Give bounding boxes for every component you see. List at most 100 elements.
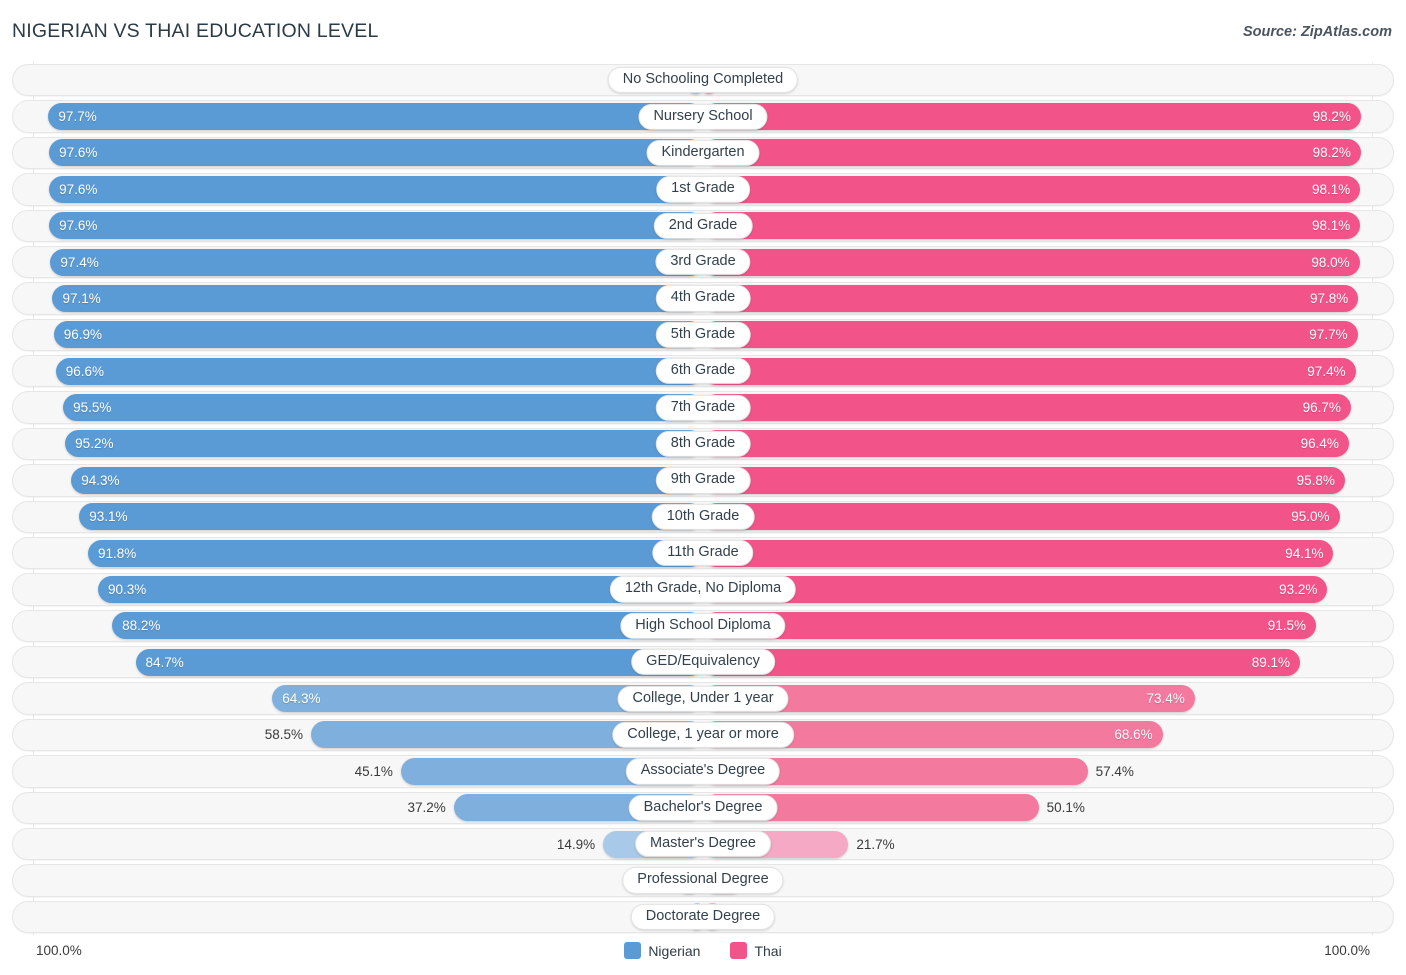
category-label: 2nd Grade bbox=[654, 213, 753, 239]
nigerian-bar[interactable]: 88.2% bbox=[112, 612, 703, 639]
nigerian-bar[interactable]: 91.8% bbox=[88, 540, 703, 567]
category-label: No Schooling Completed bbox=[608, 67, 798, 93]
category-label: College, 1 year or more bbox=[612, 722, 794, 748]
category-label: 7th Grade bbox=[656, 394, 751, 420]
category-label: Nursery School bbox=[638, 103, 767, 129]
source-attribution: Source: ZipAtlas.com bbox=[1243, 24, 1392, 40]
nigerian-half: 88.2% bbox=[33, 608, 703, 644]
thai-bar[interactable]: 93.2% bbox=[703, 576, 1327, 603]
chart-legend: Nigerian Thai bbox=[0, 942, 1406, 959]
nigerian-half: 94.3% bbox=[33, 462, 703, 498]
nigerian-half: 58.5% bbox=[33, 717, 703, 753]
table-row: 90.3%93.2%12th Grade, No Diploma bbox=[12, 571, 1394, 607]
thai-half: 6.1% bbox=[703, 862, 1373, 898]
nigerian-value-label: 94.3% bbox=[81, 473, 119, 488]
legend-item[interactable]: Thai bbox=[730, 942, 781, 959]
nigerian-bar[interactable]: 97.6% bbox=[49, 212, 703, 239]
thai-bar[interactable]: 98.2% bbox=[703, 139, 1361, 166]
thai-value-label: 21.7% bbox=[856, 837, 894, 852]
thai-half: 91.5% bbox=[703, 608, 1373, 644]
nigerian-value-label: 58.5% bbox=[265, 727, 303, 742]
thai-bar[interactable]: 97.4% bbox=[703, 358, 1356, 385]
legend-item[interactable]: Nigerian bbox=[624, 942, 700, 959]
table-row: 58.5% 68.6% College, 1 year or more bbox=[12, 717, 1394, 753]
thai-half: 96.4% bbox=[703, 426, 1373, 462]
nigerian-bar[interactable]: 96.6% bbox=[56, 358, 703, 385]
nigerian-value-label: 97.6% bbox=[59, 182, 97, 197]
nigerian-bar[interactable]: 93.1% bbox=[79, 503, 703, 530]
table-row: 37.2%50.1%Bachelor's Degree bbox=[12, 790, 1394, 826]
category-label: Master's Degree bbox=[635, 831, 771, 857]
thai-value-label: 98.0% bbox=[1311, 255, 1349, 270]
table-row: 96.9% 97.7% 5th Grade bbox=[12, 317, 1394, 353]
nigerian-value-label: 93.1% bbox=[89, 509, 127, 524]
nigerian-half: 90.3% bbox=[33, 571, 703, 607]
category-label: Professional Degree bbox=[622, 867, 783, 893]
chart-footer: 100.0% 100.0% NigerianThai bbox=[0, 935, 1406, 975]
thai-half: 94.1% bbox=[703, 535, 1373, 571]
thai-bar[interactable]: 96.4% bbox=[703, 430, 1349, 457]
thai-value-label: 97.7% bbox=[1309, 327, 1347, 342]
nigerian-value-label: 97.7% bbox=[58, 109, 96, 124]
thai-bar[interactable]: 98.0% bbox=[703, 249, 1360, 276]
thai-bar[interactable]: 95.8% bbox=[703, 467, 1345, 494]
page-title: NIGERIAN VS THAI EDUCATION LEVEL bbox=[12, 20, 379, 43]
nigerian-bar[interactable]: 97.7% bbox=[48, 103, 703, 130]
thai-bar[interactable]: 95.0% bbox=[703, 503, 1340, 530]
category-label: Bachelor's Degree bbox=[629, 795, 778, 821]
nigerian-value-label: 96.9% bbox=[64, 327, 102, 342]
thai-value-label: 57.4% bbox=[1096, 764, 1134, 779]
nigerian-bar[interactable]: 84.7% bbox=[136, 649, 703, 676]
thai-bar[interactable]: 97.7% bbox=[703, 321, 1358, 348]
thai-half: 21.7% bbox=[703, 826, 1373, 862]
nigerian-half: 97.6% bbox=[33, 171, 703, 207]
thai-bar[interactable]: 98.2% bbox=[703, 103, 1361, 130]
table-row: 14.9%21.7%Master's Degree bbox=[12, 826, 1394, 862]
nigerian-value-label: 45.1% bbox=[355, 764, 393, 779]
thai-bar[interactable]: 89.1% bbox=[703, 649, 1300, 676]
thai-bar[interactable]: 94.1% bbox=[703, 540, 1333, 567]
nigerian-bar[interactable]: 97.1% bbox=[52, 285, 703, 312]
nigerian-bar[interactable]: 95.5% bbox=[63, 394, 703, 421]
category-label: 11th Grade bbox=[652, 540, 753, 566]
thai-bar[interactable]: 96.7% bbox=[703, 394, 1351, 421]
legend-label: Nigerian bbox=[648, 943, 700, 959]
thai-bar[interactable]: 98.1% bbox=[703, 212, 1360, 239]
nigerian-half: 97.6% bbox=[33, 135, 703, 171]
thai-value-label: 98.1% bbox=[1312, 182, 1350, 197]
category-label: College, Under 1 year bbox=[617, 685, 788, 711]
thai-bar[interactable]: 98.1% bbox=[703, 176, 1360, 203]
category-label: 12th Grade, No Diploma bbox=[610, 576, 796, 602]
nigerian-half: 1.8% bbox=[33, 899, 703, 935]
nigerian-bar[interactable]: 97.6% bbox=[49, 139, 703, 166]
nigerian-value-label: 84.7% bbox=[146, 655, 184, 670]
thai-value-label: 91.5% bbox=[1268, 618, 1306, 633]
table-row: 97.1%97.8%4th Grade bbox=[12, 280, 1394, 316]
nigerian-half: 64.3% bbox=[33, 680, 703, 716]
thai-value-label: 97.8% bbox=[1310, 291, 1348, 306]
thai-half: 68.6% bbox=[703, 717, 1373, 753]
nigerian-bar[interactable]: 96.9% bbox=[54, 321, 703, 348]
table-row: 97.6% 98.1%2nd Grade bbox=[12, 208, 1394, 244]
nigerian-bar[interactable]: 97.4% bbox=[50, 249, 703, 276]
nigerian-value-label: 64.3% bbox=[282, 691, 320, 706]
legend-swatch-icon bbox=[624, 942, 641, 959]
table-row: 45.1%57.4%Associate's Degree bbox=[12, 753, 1394, 789]
nigerian-bar[interactable]: 94.3% bbox=[71, 467, 703, 494]
nigerian-half: 97.1% bbox=[33, 280, 703, 316]
nigerian-bar[interactable]: 97.6% bbox=[49, 176, 703, 203]
category-label: 5th Grade bbox=[656, 322, 751, 348]
thai-value-label: 95.8% bbox=[1297, 473, 1335, 488]
thai-bar[interactable]: 97.8% bbox=[703, 285, 1358, 312]
bar-rows: 2.3%1.8%No Schooling Completed97.7%98.2%… bbox=[12, 62, 1394, 935]
thai-bar[interactable]: 91.5% bbox=[703, 612, 1316, 639]
nigerian-bar[interactable]: 95.2% bbox=[65, 430, 703, 457]
thai-value-label: 73.4% bbox=[1146, 691, 1184, 706]
thai-value-label: 68.6% bbox=[1114, 727, 1152, 742]
thai-half: 98.1% bbox=[703, 208, 1373, 244]
table-row: 93.1%95.0%10th Grade bbox=[12, 499, 1394, 535]
nigerian-value-label: 97.6% bbox=[59, 218, 97, 233]
thai-value-label: 89.1% bbox=[1252, 655, 1290, 670]
nigerian-half: 93.1% bbox=[33, 499, 703, 535]
table-row: 97.6%98.2%Kindergarten bbox=[12, 135, 1394, 171]
